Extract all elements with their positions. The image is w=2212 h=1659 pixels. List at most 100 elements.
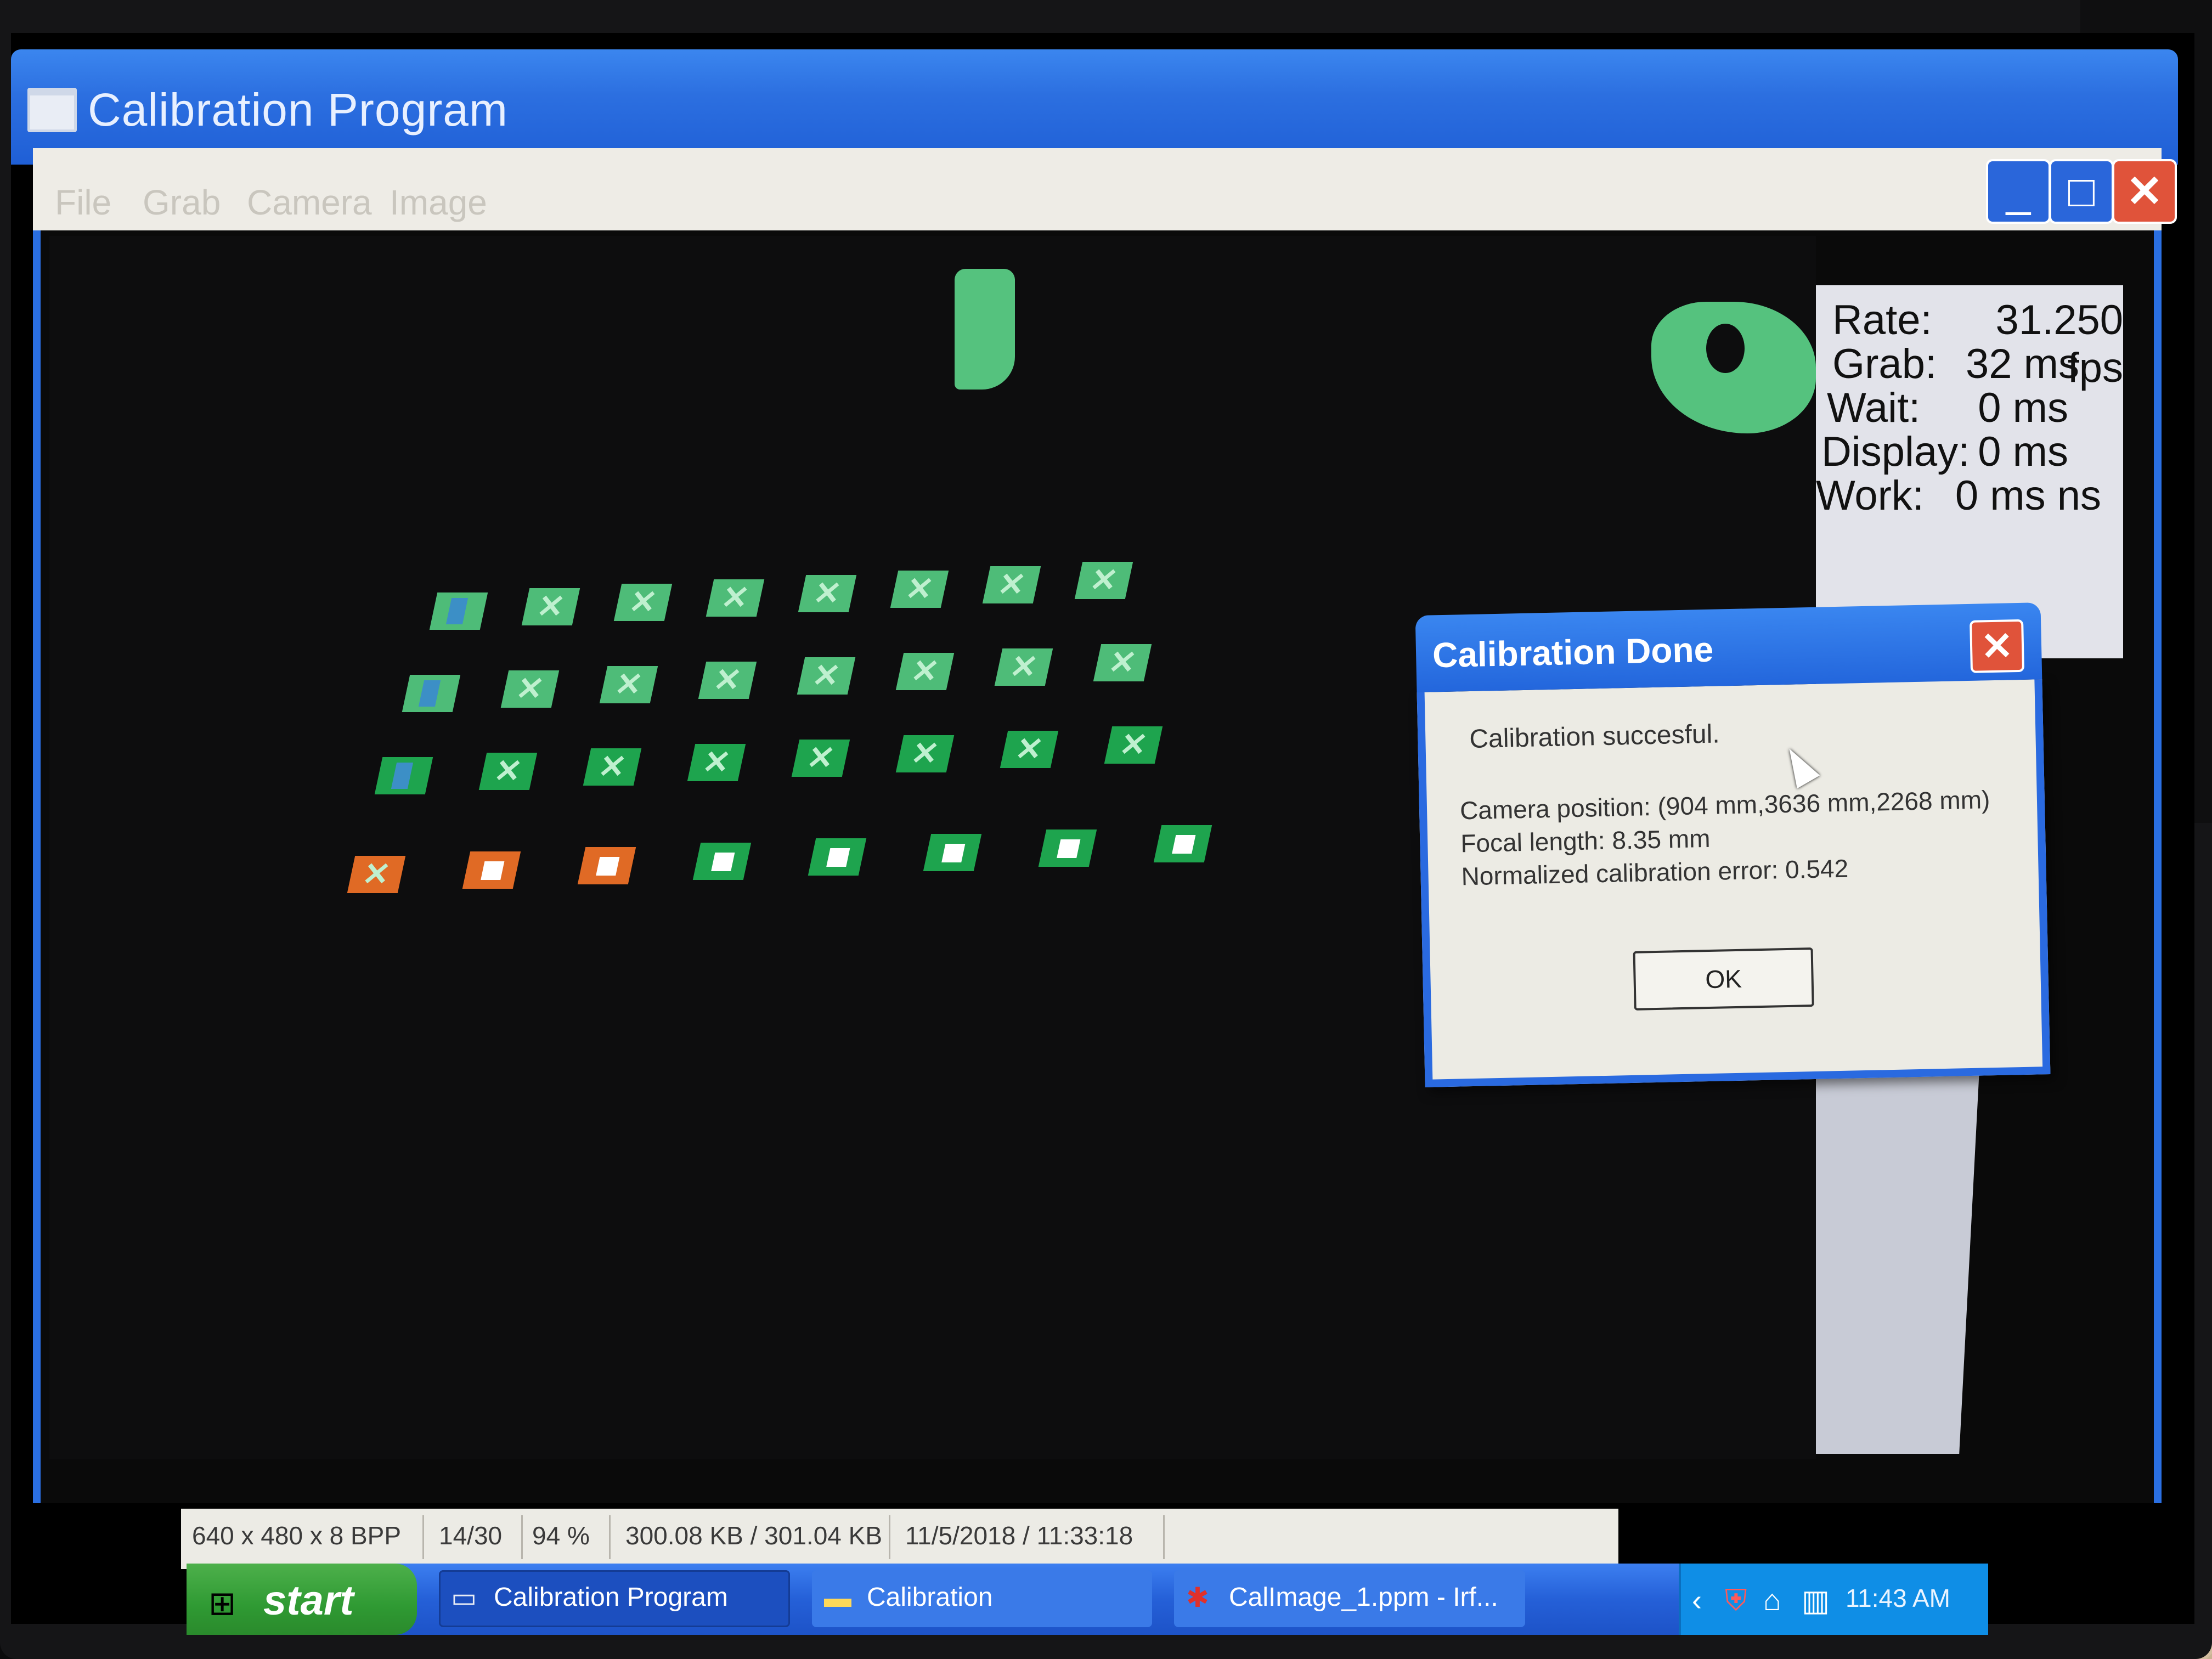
marker-symbol: ✕ xyxy=(1105,645,1140,680)
status-size: 300.08 KB / 301.04 KB xyxy=(625,1521,883,1550)
dialog-title: Calibration Done xyxy=(1432,629,1714,675)
driver-icon[interactable]: ▥ xyxy=(1802,1583,1830,1618)
marker-symbol: ✕ xyxy=(810,575,845,611)
calibration-marker: ✕ xyxy=(890,571,949,608)
menu-bar: File Grab Camera Image xyxy=(33,148,2162,241)
calibration-marker: ✕ xyxy=(994,648,1053,686)
image-blob xyxy=(955,269,1015,390)
marker-symbol xyxy=(941,844,966,862)
status-divider xyxy=(422,1515,424,1559)
marker-symbol: ✕ xyxy=(490,753,526,789)
irfanview-icon: ✱ xyxy=(1186,1582,1209,1613)
marker-symbol: ✕ xyxy=(718,580,753,616)
calibration-marker: ✕ xyxy=(706,579,765,617)
taskbar-item-label: Calibration xyxy=(867,1583,993,1612)
marker-symbol xyxy=(481,861,505,880)
calibration-marker: ✕ xyxy=(895,653,955,690)
calibration-marker xyxy=(923,834,982,871)
marker-symbol xyxy=(1172,835,1196,854)
system-tray: ‹ ⛨ ⌂ ▥ 11:43 AM xyxy=(1679,1564,1988,1635)
calibration-marker: ✕ xyxy=(1000,731,1059,768)
marker-symbol: ✕ xyxy=(902,571,937,607)
marker-symbol: ✕ xyxy=(710,662,745,698)
image-blob xyxy=(1651,302,1816,433)
marker-symbol: ✕ xyxy=(907,653,943,689)
dialog-focal-length: Focal length: 8.35 mm xyxy=(1460,823,1711,858)
stat-work-value: 0 ms ns xyxy=(1955,472,2101,519)
dialog-message: Calibration succesful. xyxy=(1469,719,1720,754)
marker-symbol: ✕ xyxy=(1086,562,1121,598)
marker-symbol: ✕ xyxy=(533,589,568,624)
marker-symbol: ✕ xyxy=(699,744,734,780)
taskbar-item-irfanview[interactable]: ✱ CalImage_1.ppm - Irf... xyxy=(1174,1570,1525,1627)
taskbar-item-calibration-folder[interactable]: ▬ Calibration xyxy=(812,1570,1152,1627)
marker-symbol: ✕ xyxy=(994,567,1029,602)
windows-flag-icon: ⊞ xyxy=(208,1585,236,1622)
taskbar: ⊞ start ▭ Calibration Program ▬ Calibrat… xyxy=(187,1564,1988,1635)
calibration-marker xyxy=(1038,830,1097,867)
calibration-marker: ✕ xyxy=(500,670,560,708)
start-label: start xyxy=(263,1577,354,1624)
calibration-marker xyxy=(1153,825,1212,862)
screen: Calibration Program File Grab Camera Ima… xyxy=(11,33,2194,1635)
calibration-marker xyxy=(577,847,636,884)
stat-display-value: 0 ms xyxy=(1978,428,2068,475)
network-icon[interactable]: ⌂ xyxy=(1763,1583,1781,1617)
calibration-marker: ✕ xyxy=(583,748,642,786)
taskbar-item-calibration-program[interactable]: ▭ Calibration Program xyxy=(439,1570,790,1627)
stat-work-label: Work: xyxy=(1816,472,1925,519)
dialog-titlebar[interactable]: Calibration Done ✕ xyxy=(1415,602,2042,693)
maximize-button[interactable]: □ xyxy=(2049,159,2114,224)
chevron-left-icon[interactable]: ‹ xyxy=(1692,1583,1702,1617)
marker-symbol xyxy=(826,848,850,867)
ok-button[interactable]: OK xyxy=(1633,947,1814,1011)
marker-symbol: ✕ xyxy=(809,658,844,693)
calibration-marker: ✕ xyxy=(478,753,538,790)
calibration-marker xyxy=(808,838,867,876)
calibration-marker: ✕ xyxy=(698,662,757,699)
marker-symbol: ✕ xyxy=(512,671,548,707)
dialog-close-button[interactable]: ✕ xyxy=(1970,619,2025,673)
stat-rate-label: Rate: xyxy=(1832,297,1932,343)
close-button[interactable]: ✕ xyxy=(2112,159,2177,224)
taskbar-item-label: Calibration Program xyxy=(494,1583,728,1612)
marker-symbol: ✕ xyxy=(1116,727,1151,763)
calibration-done-dialog: Calibration Done ✕ Calibration succesful… xyxy=(1415,602,2051,1087)
marker-symbol xyxy=(711,853,735,871)
status-divider xyxy=(1163,1515,1165,1559)
calibration-marker: ✕ xyxy=(798,575,857,612)
marker-symbol xyxy=(418,680,441,707)
status-frame: 14/30 xyxy=(439,1521,503,1550)
marker-symbol: ✕ xyxy=(359,856,394,892)
stats-panel: Rate: 31.250 fps Grab: 32 ms Wait: 0 ms … xyxy=(1816,285,2123,658)
calibration-marker: ✕ xyxy=(1074,562,1133,599)
calibration-marker: ✕ xyxy=(1104,726,1163,764)
marker-symbol: ✕ xyxy=(611,667,646,702)
clock[interactable]: 11:43 AM xyxy=(1846,1583,1950,1613)
status-zoom: 94 % xyxy=(532,1521,590,1550)
calibration-marker: ✕ xyxy=(599,666,658,703)
calibration-marker xyxy=(692,843,752,880)
status-datetime: 11/5/2018 / 11:33:18 xyxy=(905,1521,1133,1550)
dialog-calibration-error: Normalized calibration error: 0.542 xyxy=(1461,854,1849,891)
marker-symbol xyxy=(445,598,469,624)
calibration-marker: ✕ xyxy=(797,657,856,695)
window-titlebar[interactable]: Calibration Program xyxy=(11,49,2178,165)
marker-symbol xyxy=(596,857,620,876)
marker-symbol xyxy=(1057,839,1081,858)
menu-file[interactable]: File xyxy=(55,182,111,223)
shield-icon[interactable]: ⛨ xyxy=(1725,1583,1747,1618)
menu-grab[interactable]: Grab xyxy=(143,182,221,223)
marker-symbol: ✕ xyxy=(803,740,838,776)
minimize-button[interactable]: _ xyxy=(1986,159,2051,224)
menu-image[interactable]: Image xyxy=(390,182,487,223)
menu-camera[interactable]: Camera xyxy=(247,182,372,223)
taskbar-item-label: CalImage_1.ppm - Irf... xyxy=(1229,1583,1498,1612)
status-divider xyxy=(609,1515,611,1559)
calibration-marker: ✕ xyxy=(347,856,406,893)
calibration-marker xyxy=(462,851,521,889)
start-button[interactable]: ⊞ start xyxy=(187,1564,417,1635)
calibration-marker: ✕ xyxy=(613,584,673,621)
calibration-marker xyxy=(374,757,433,794)
marker-symbol: ✕ xyxy=(1012,731,1047,767)
